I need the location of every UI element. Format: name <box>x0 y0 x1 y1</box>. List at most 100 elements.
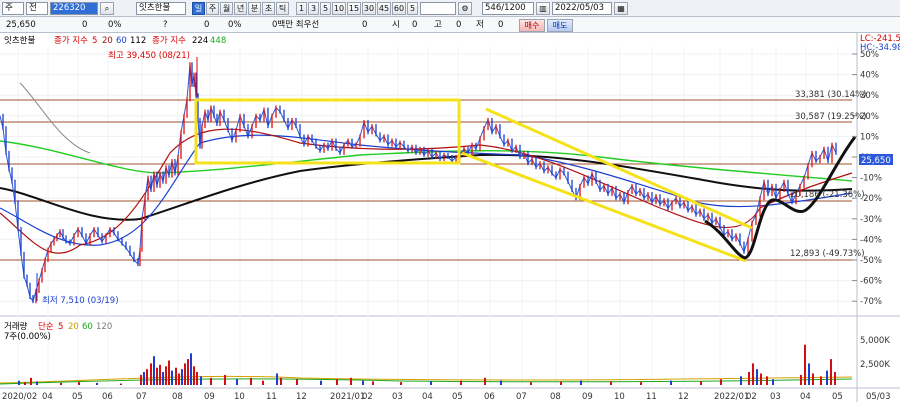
si-label: 시 <box>392 20 400 30</box>
period-month-button[interactable]: 월 <box>220 2 233 15</box>
volume-bar <box>96 382 98 385</box>
x-tick-label: 06 <box>102 392 113 402</box>
mode-select[interactable]: 전 <box>26 2 48 15</box>
volume-bar <box>120 383 122 385</box>
volume-bar <box>236 379 238 385</box>
volume-bar <box>146 369 148 385</box>
level-20186-label: 20,186 (-21.36%) <box>790 190 865 200</box>
volume-bar <box>766 376 768 385</box>
volume-bar <box>140 374 142 385</box>
volume-bar <box>162 372 164 385</box>
y-tick-label: -10% <box>860 174 882 184</box>
volume-bar <box>276 373 278 385</box>
volume-bar <box>153 356 155 385</box>
ask-value: 0 <box>362 20 368 30</box>
x-tick-label: 2022/01 <box>714 392 749 402</box>
volume-bar <box>484 377 486 385</box>
volume-bar <box>760 373 762 385</box>
interval-input[interactable] <box>420 2 456 15</box>
volume-bar <box>150 363 152 385</box>
x-tick-label: 02 <box>362 392 373 402</box>
x-tick-label: 02 <box>746 392 757 402</box>
legend-ma2-label: 종가 지수 <box>152 36 186 46</box>
volume-legend-60: 60 <box>82 322 93 332</box>
x-tick-label: 05 <box>72 392 83 402</box>
date-field[interactable]: 2022/05/03 <box>552 2 612 15</box>
x-tick-label: 05 <box>832 392 843 402</box>
volume-bar <box>210 377 212 385</box>
y-tick-label: -40% <box>860 235 882 245</box>
volume-priority: 0백만 최우선 <box>272 20 320 30</box>
period-second-button[interactable]: 초 <box>262 2 275 15</box>
volume-bar <box>720 379 722 385</box>
volume-bar <box>30 377 32 385</box>
interval-30-button[interactable]: 30 <box>362 2 376 15</box>
stock-chart[interactable]: 50%40%30%20%10%0%-10%-20%-30%-40%-50%-60… <box>0 33 900 402</box>
period-minute-button[interactable]: 분 <box>248 2 261 15</box>
legend-ma-label: 종가 지수 <box>54 36 88 46</box>
market-select[interactable]: 주 <box>2 2 24 15</box>
volume-legend-5: 5 <box>58 322 63 332</box>
interval-45-button[interactable]: 45 <box>377 2 391 15</box>
x-tick-label: 12 <box>296 392 307 402</box>
interval-60-button[interactable]: 60 <box>392 2 406 15</box>
volume-bar <box>460 380 462 385</box>
volume-bar <box>808 363 810 385</box>
volume-bar <box>772 379 774 385</box>
volume-tick-label: 2,500K <box>860 360 890 370</box>
y-tick-label: -60% <box>860 277 882 287</box>
volume-bar <box>250 377 252 385</box>
volume-bar <box>834 372 836 385</box>
buy-button[interactable]: 매수 <box>519 19 545 32</box>
legend-stock-name: 잇츠한불 <box>4 35 35 46</box>
volume-bar <box>756 369 758 385</box>
interval-custom-button[interactable]: 5 <box>407 2 418 15</box>
volume-bar <box>610 381 612 385</box>
x-tick-label: 07 <box>516 392 527 402</box>
interval-5-button[interactable]: 5 <box>320 2 331 15</box>
volume-bar <box>320 380 322 385</box>
y-tick-label: -30% <box>860 215 882 225</box>
volume-bar <box>60 382 62 385</box>
period-tick-button[interactable]: 틱 <box>276 2 289 15</box>
chart-type-icon[interactable]: ▥ <box>536 2 550 15</box>
volume-bar <box>193 366 195 385</box>
count-field[interactable]: 546/1200 <box>482 2 534 15</box>
volume-legend-20: 20 <box>68 322 79 332</box>
volume-bar <box>740 376 742 385</box>
sell-button[interactable]: 매도 <box>547 19 573 32</box>
x-tick-label: 10 <box>234 392 245 402</box>
volume-bar <box>500 380 502 385</box>
y-tick-label: -70% <box>860 297 882 307</box>
volume-bar <box>826 370 828 385</box>
calendar-icon[interactable]: ▦ <box>614 2 628 15</box>
period-day-button[interactable]: 일 <box>192 2 205 15</box>
volume-bar <box>18 380 20 385</box>
interval-3-button[interactable]: 3 <box>308 2 319 15</box>
volume-bar <box>350 377 352 385</box>
period-week-button-2[interactable]: 주 <box>206 2 219 15</box>
volume-bar <box>24 382 26 385</box>
period-year-button[interactable]: 년 <box>234 2 247 15</box>
current-price: 25,650 <box>6 20 36 30</box>
volume-bar <box>670 380 672 385</box>
interval-1-button[interactable]: 1 <box>296 2 307 15</box>
x-tick-label: 11 <box>266 392 277 402</box>
level-12893-label: 12,893 (-49.73%) <box>790 249 865 259</box>
interval-10-button[interactable]: 10 <box>332 2 346 15</box>
volume-bar <box>336 379 338 385</box>
stock-code-input[interactable]: 226320 <box>50 2 98 15</box>
volume-bar <box>700 381 702 385</box>
volume-bar <box>178 373 180 385</box>
volume-bar <box>168 360 170 385</box>
go-value: 0 <box>456 20 462 30</box>
volume-bar <box>804 344 806 385</box>
x-tick-label: 04 <box>800 392 811 402</box>
settings-icon[interactable]: ⚙ <box>458 2 472 15</box>
chart-background <box>0 33 900 402</box>
volume-bar <box>190 353 192 385</box>
volume-bar <box>156 367 158 385</box>
search-icon[interactable]: ⌕ <box>100 2 114 15</box>
interval-15-button[interactable]: 15 <box>347 2 361 15</box>
volume-legend-120: 120 <box>96 322 112 332</box>
